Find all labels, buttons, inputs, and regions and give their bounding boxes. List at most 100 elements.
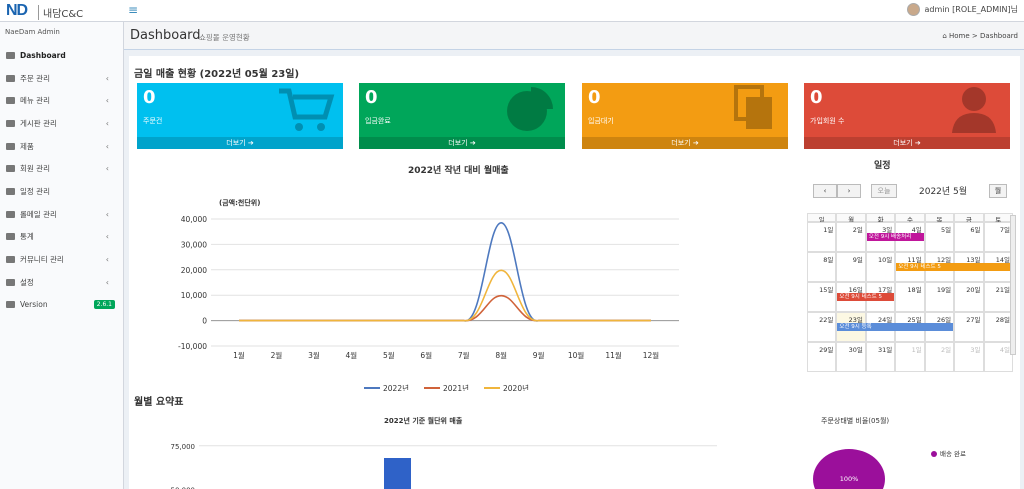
pie-slice (813, 449, 885, 489)
more-info-link[interactable]: 더보기 ➔ (804, 137, 1010, 149)
avatar (906, 3, 920, 16)
calendar-day[interactable]: 20일 (954, 282, 984, 312)
sidebar-item-8[interactable]: 통계 ‹ (0, 226, 123, 249)
calendar-month: 2022년 5월 (919, 187, 968, 197)
sidebar-item-3[interactable]: 게시판 관리 ‹ (0, 112, 123, 135)
calendar-day[interactable]: 22일 (807, 312, 837, 342)
calendar-day[interactable]: 28일 (983, 312, 1013, 342)
calendar-day[interactable]: 4일 (983, 342, 1013, 372)
calendar-day[interactable]: 27일 (954, 312, 984, 342)
calendar-day[interactable]: 1일 (895, 342, 925, 372)
more-info-link[interactable]: 더보기 ➔ (582, 137, 788, 149)
day-header: 화 (865, 213, 896, 224)
page-subtitle: 쇼핑몰 운영현황 (199, 33, 250, 42)
calendar-day[interactable]: 21일 (983, 282, 1013, 312)
calendar-day[interactable]: 10일 (865, 252, 896, 282)
sidebar-item-label: 제품 (20, 141, 34, 151)
brand-logo[interactable]: ND (6, 2, 28, 20)
calendar-title: 일정 (874, 161, 891, 171)
calendar-event[interactable]: 오전 9시 등록 (837, 323, 954, 331)
stat-box-3: 0 가입회원 수 더보기 ➔ (804, 83, 1010, 149)
sidebar-icon (6, 210, 15, 218)
copy-icon (734, 85, 772, 129)
more-info-link[interactable]: 더보기 ➔ (137, 137, 343, 149)
bar (384, 458, 411, 489)
calendar-day[interactable]: 15일 (807, 282, 837, 312)
calendar-day[interactable]: 5일 (924, 222, 955, 252)
calendar-day[interactable]: 9일 (836, 252, 866, 282)
x-tick-label: 7월 (458, 350, 470, 360)
calendar-day[interactable]: 19일 (924, 282, 955, 312)
sidebar-item-9[interactable]: 커뮤니티 관리 ‹ (0, 248, 123, 271)
cart-icon (279, 88, 335, 131)
sidebar-item-2[interactable]: 메뉴 관리 ‹ (0, 89, 123, 112)
calendar-day[interactable]: 2일 (924, 342, 955, 372)
day-header: 수 (895, 213, 925, 224)
chevron-left-icon: ‹ (105, 73, 109, 83)
calendar-day[interactable]: 31일 (865, 342, 896, 372)
sidebar-title: NaeDam Admin (5, 28, 60, 36)
chevron-left-icon: ‹ (105, 255, 109, 265)
breadcrumb-home[interactable]: Home (949, 32, 970, 40)
stat-value: 0 (588, 87, 601, 108)
sidebar-item-label: 일정 관리 (20, 186, 50, 196)
calendar-scrollbar[interactable] (1010, 215, 1016, 355)
calendar-day[interactable]: 8일 (807, 252, 837, 282)
sidebar-item-7[interactable]: 롤메일 관리 ‹ (0, 203, 123, 226)
sidebar-item-10[interactable]: 설정 ‹ (0, 271, 123, 294)
sidebar-item-0[interactable]: Dashboard (0, 44, 123, 67)
calendar-day[interactable]: 1일 (807, 222, 837, 252)
user-menu[interactable]: admin [ROLE_ADMIN]님 (906, 3, 1018, 16)
sidebar-item-label: 커뮤니티 관리 (20, 255, 64, 265)
calendar-day[interactable]: 2일 (836, 222, 866, 252)
chevron-left-icon: ‹ (105, 164, 109, 174)
sidebar-item-11[interactable]: Version 2.6.1 (0, 294, 123, 317)
cal-prev-button[interactable]: ‹ (813, 184, 837, 198)
cal-next-button[interactable]: › (837, 184, 861, 198)
y-tick-label: 75,000 (171, 443, 196, 451)
more-info-link[interactable]: 더보기 ➔ (359, 137, 565, 149)
sidebar-item-1[interactable]: 주문 관리 ‹ (0, 67, 123, 90)
calendar-week: 22일 23일 24일 25일 26일 27일 28일 오전 9시 등록 (807, 312, 1013, 342)
user-name: admin [ROLE_ADMIN]님 (924, 5, 1018, 14)
cal-today-button[interactable]: 오늘 (871, 184, 897, 198)
series-line (239, 294, 651, 322)
sidebar-icon (6, 187, 15, 195)
sidebar-item-label: 게시판 관리 (20, 118, 57, 128)
sidebar-item-label: 통계 (20, 232, 34, 242)
monthly-bar-chart: 50,00075,000 (171, 443, 717, 489)
cal-month-view-button[interactable]: 월 (989, 184, 1007, 198)
stat-value: 0 (365, 87, 378, 108)
calendar-day[interactable]: 18일 (895, 282, 925, 312)
calendar-day[interactable]: 3일 (954, 342, 984, 372)
chevron-left-icon: ‹ (105, 118, 109, 128)
series-line (239, 222, 651, 322)
chart1-unit-label: (금액:천단위) (219, 198, 260, 207)
legend-label: 2020년 (503, 383, 529, 391)
x-tick-label: 2월 (271, 350, 283, 360)
calendar-day[interactable]: 6일 (954, 222, 984, 252)
chevron-left-icon: ‹ (105, 141, 109, 151)
calendar-day[interactable]: 30일 (836, 342, 866, 372)
day-header: 일 (807, 213, 837, 224)
sidebar-item-4[interactable]: 제품 ‹ (0, 135, 123, 158)
x-tick-label: 5월 (383, 350, 395, 360)
menu-toggle-icon[interactable]: ≡ (128, 3, 138, 17)
pie-label: 100% (840, 475, 859, 483)
page-title: Dashboard (130, 28, 201, 43)
calendar-day[interactable]: 7일 (983, 222, 1013, 252)
x-tick-label: 11월 (605, 350, 622, 360)
sidebar-item-5[interactable]: 회원 관리 ‹ (0, 157, 123, 180)
calendar-event[interactable]: 오전 9시 테스트 5 (896, 263, 1012, 271)
sidebar-item-6[interactable]: 일정 관리 (0, 180, 123, 203)
calendar-event[interactable]: 오전 9시 배송처리 (866, 233, 924, 241)
sidebar-item-label: 롤메일 관리 (20, 209, 57, 219)
sidebar-icon (6, 165, 15, 173)
stat-value: 0 (810, 87, 823, 108)
calendar-event[interactable]: 오전 9시 테스트 5 (837, 293, 895, 301)
calendar-week: 29일 30일 31일 1일 2일 3일 4일 (807, 342, 1013, 372)
sidebar-icon (6, 256, 15, 264)
version-badge: 2.6.1 (93, 300, 115, 310)
sidebar-icon (6, 119, 15, 127)
calendar-day[interactable]: 29일 (807, 342, 837, 372)
